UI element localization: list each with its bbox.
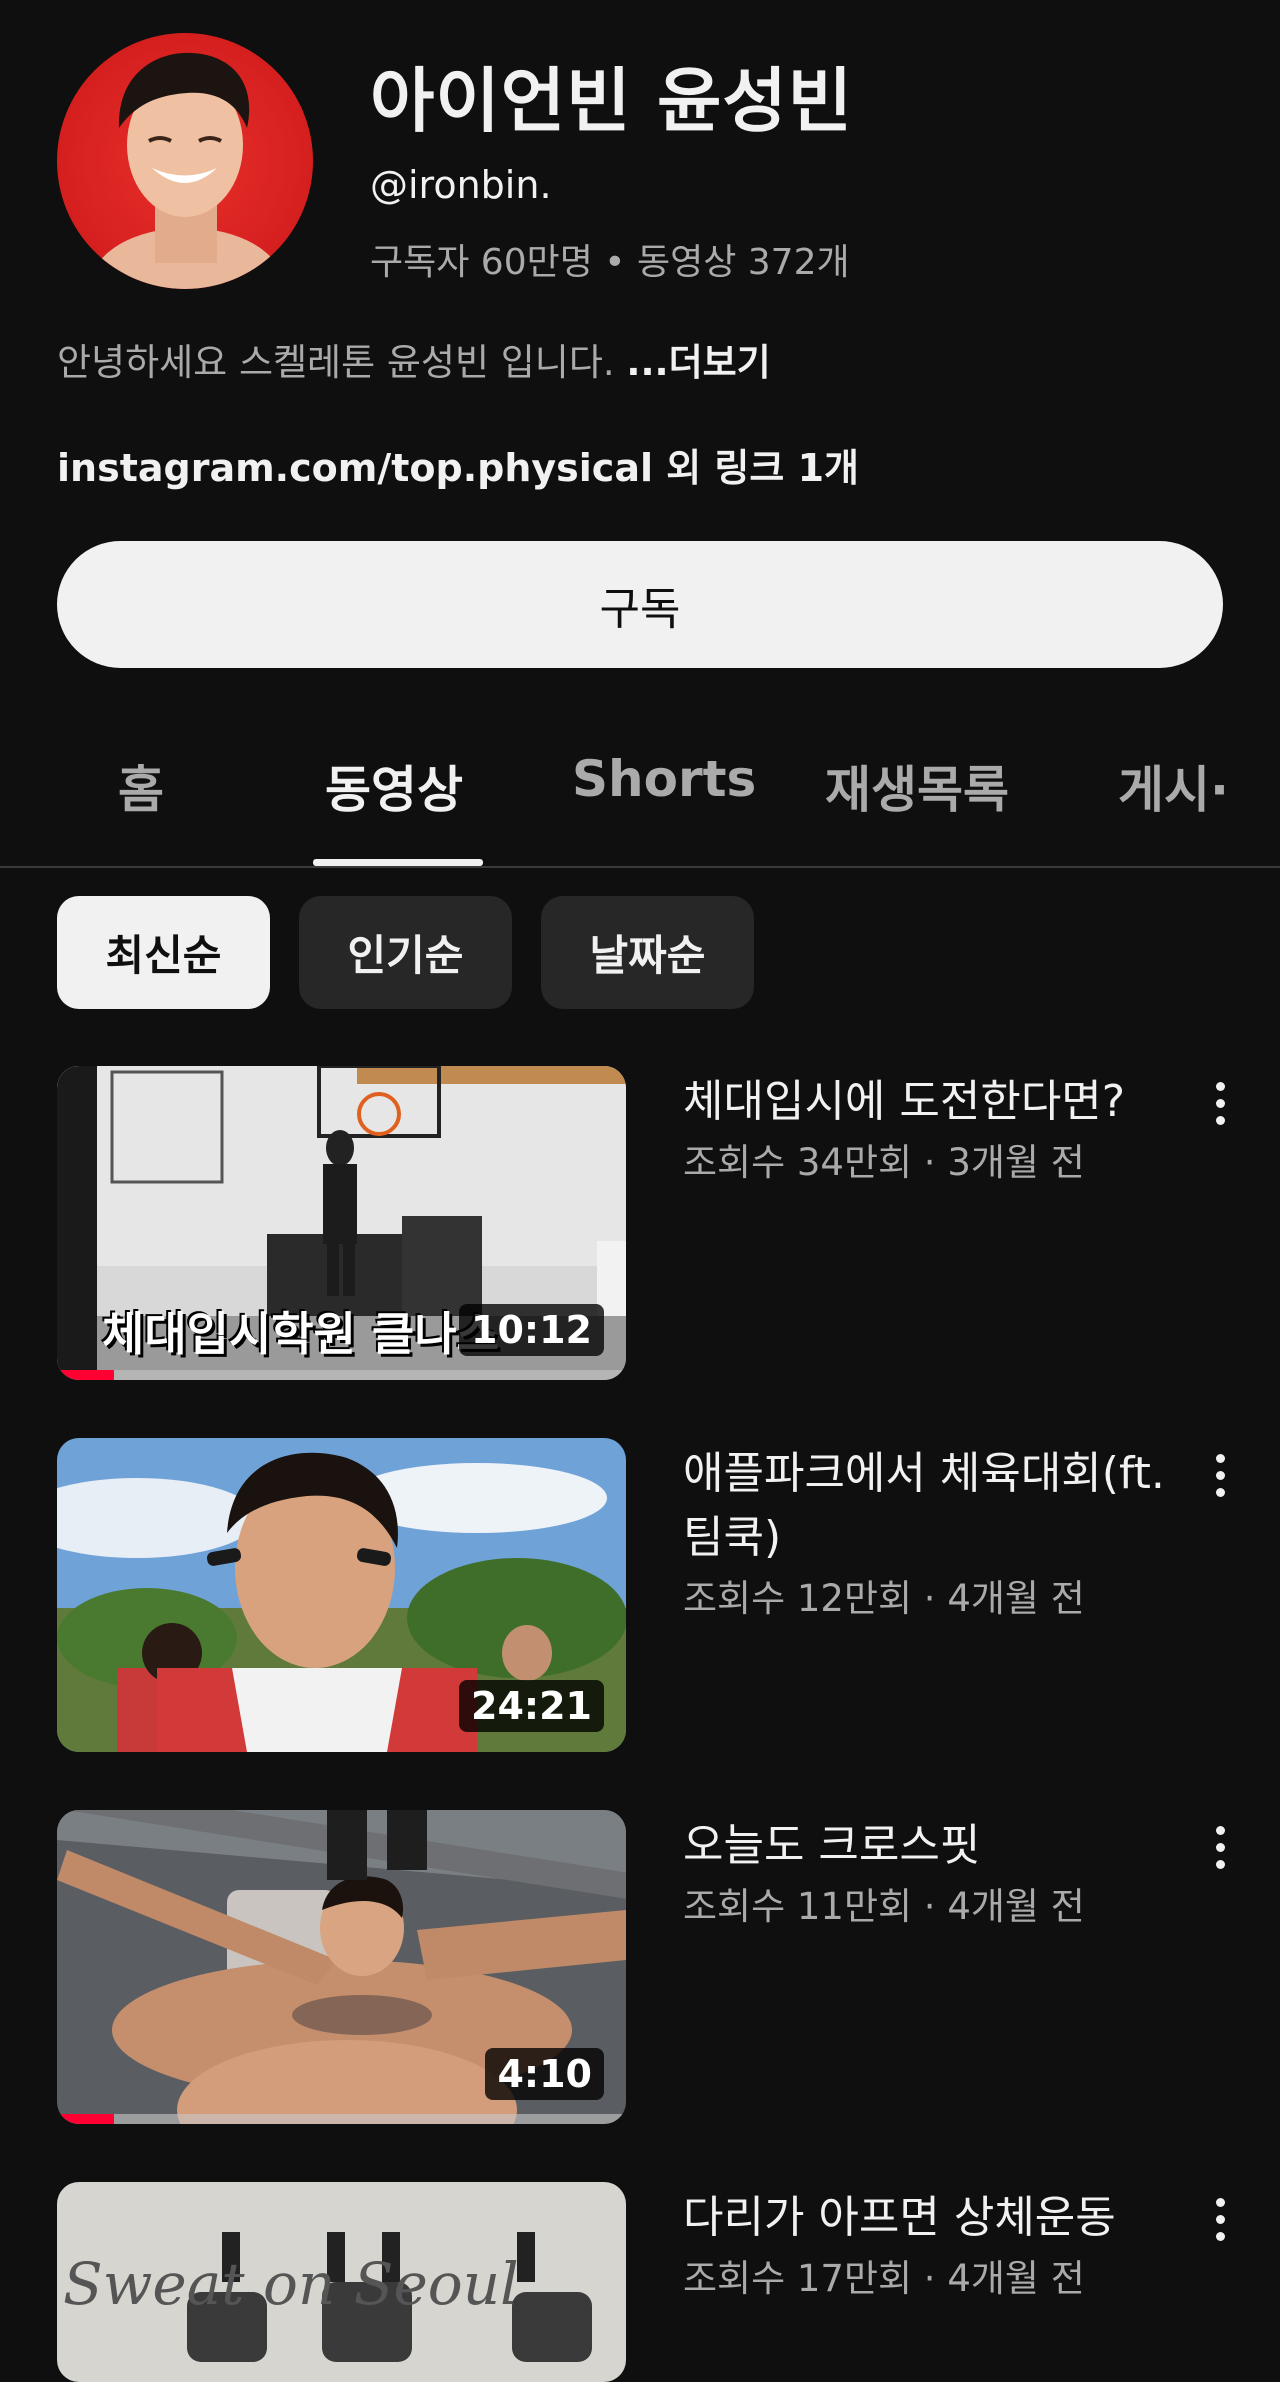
more-options-icon[interactable] <box>1205 1446 1235 1506</box>
chip-oldest[interactable]: 날짜순 <box>541 896 754 1009</box>
thumbnail-caption: Sweat on Seoul <box>63 2250 519 2318</box>
video-item[interactable]: 24:21 애플파크에서 체육대회(ft.팀쿡) 조회수 12만회 · 4개월 … <box>57 1438 1237 1752</box>
video-meta: 조회수 34만회 · 3개월 전 <box>683 1141 1085 1184</box>
video-title[interactable]: 체대입시에 도전한다면? <box>683 1070 1203 1134</box>
active-tab-indicator <box>313 859 483 866</box>
more-options-icon[interactable] <box>1205 1074 1235 1134</box>
progress-track <box>57 2114 626 2124</box>
channel-tabs: 홈 동영상 Shorts 재생목록 게시· <box>0 720 1280 868</box>
tab-playlists[interactable]: 재생목록 <box>825 750 1009 822</box>
avatar-portrait <box>92 52 282 289</box>
video-meta: 조회수 17만회 · 4개월 전 <box>683 2257 1085 2300</box>
watch-progress <box>57 2114 114 2124</box>
more-options-icon[interactable] <box>1205 1818 1235 1878</box>
video-thumbnail[interactable]: 4:10 <box>57 1810 626 2124</box>
more-link[interactable]: ...더보기 <box>626 341 770 384</box>
tab-posts[interactable]: 게시· <box>1118 750 1228 822</box>
tabs-divider <box>0 866 1280 868</box>
channel-links[interactable]: instagram.com/top.physical 외 링크 1개 <box>57 437 859 492</box>
extra-links-label[interactable]: 외 링크 1개 <box>653 446 859 490</box>
video-thumbnail[interactable]: 체대입시학원 클나스 10:12 <box>57 1066 626 1380</box>
video-meta: 조회수 12만회 · 4개월 전 <box>683 1577 1085 1620</box>
video-item[interactable]: 체대입시학원 클나스 10:12 체대입시에 도전한다면? 조회수 34만회 ·… <box>57 1066 1237 1380</box>
chip-popular[interactable]: 인기순 <box>299 896 512 1009</box>
video-duration: 4:10 <box>485 2048 604 2100</box>
instagram-link[interactable]: instagram.com/top.physical <box>57 446 653 490</box>
video-title[interactable]: 애플파크에서 체육대회(ft.팀쿡) <box>683 1442 1203 1570</box>
channel-stats: 구독자 60만명 • 동영상 372개 <box>370 242 850 283</box>
progress-track <box>57 1370 626 1380</box>
tab-home[interactable]: 홈 <box>118 750 164 822</box>
chip-latest[interactable]: 최신순 <box>57 896 270 1009</box>
channel-name: 아이언빈 윤성빈 <box>370 60 854 142</box>
channel-avatar[interactable] <box>57 33 313 289</box>
more-options-icon[interactable] <box>1205 2190 1235 2250</box>
video-title[interactable]: 오늘도 크로스핏 <box>683 1814 1203 1878</box>
video-duration: 10:12 <box>459 1304 604 1356</box>
video-title[interactable]: 다리가 아프면 상체운동 <box>683 2186 1203 2250</box>
channel-handle: @ironbin. <box>370 163 552 207</box>
description-text: 안녕하세요 스켈레톤 윤성빈 입니다. <box>57 341 627 384</box>
video-thumbnail[interactable]: Sweat on Seoul <box>57 2182 626 2382</box>
tab-videos[interactable]: 동영상 <box>325 750 463 822</box>
tab-shorts[interactable]: Shorts <box>572 750 756 808</box>
channel-header: 아이언빈 윤성빈 @ironbin. 구독자 60만명 • 동영상 372개 <box>57 33 1227 293</box>
video-thumbnail[interactable]: 24:21 <box>57 1438 626 1752</box>
thumbnail-caption: 체대입시학원 클나스 <box>102 1307 499 1361</box>
channel-description[interactable]: 안녕하세요 스켈레톤 윤성빈 입니다. ...더보기 <box>57 332 771 386</box>
watch-progress <box>57 1370 114 1380</box>
video-duration: 24:21 <box>459 1680 604 1732</box>
subscribe-button[interactable]: 구독 <box>57 541 1223 668</box>
video-meta: 조회수 11만회 · 4개월 전 <box>683 1885 1085 1928</box>
video-item[interactable]: Sweat on Seoul 다리가 아프면 상체운동 조회수 17만회 · 4… <box>57 2182 1237 2382</box>
video-item[interactable]: 4:10 오늘도 크로스핏 조회수 11만회 · 4개월 전 <box>57 1810 1237 2124</box>
